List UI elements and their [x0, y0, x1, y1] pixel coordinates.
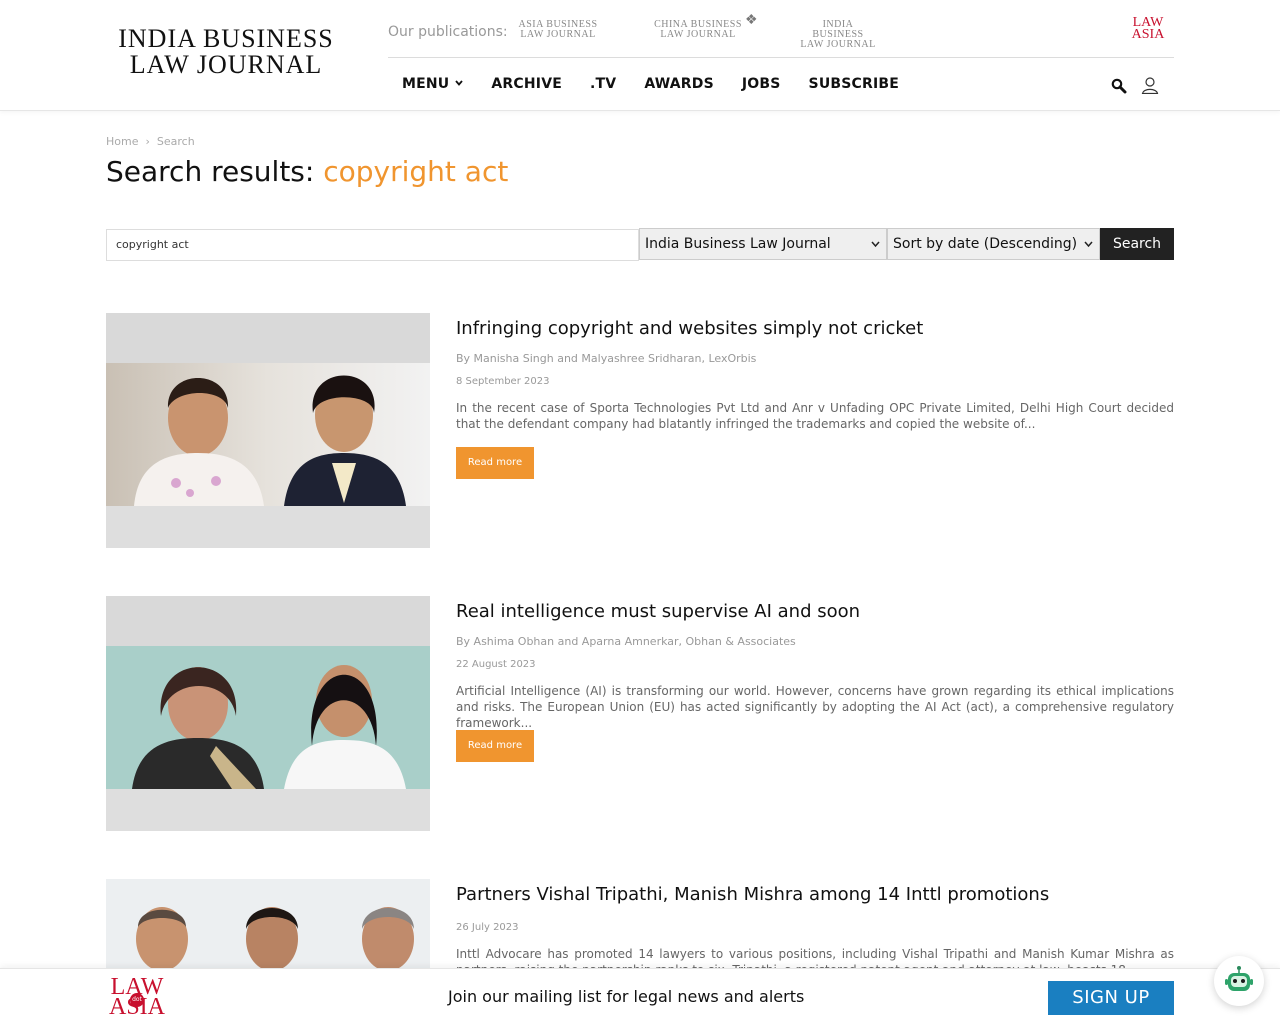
title-query: copyright act — [323, 155, 509, 188]
publication-link-india[interactable]: INDIA BUSINESS LAW JOURNAL — [796, 20, 880, 50]
result-author: By Manisha Singh and Malyashree Sridhara… — [456, 352, 757, 365]
publication-line2: LAW JOURNAL — [660, 29, 736, 40]
search-result: Partners Vishal Tripathi, Manish Mishra … — [106, 879, 1174, 979]
main-nav: MENU ARCHIVE .TV AWARDS JOBS SUBSCRIBE — [402, 76, 927, 92]
lawasia-logo[interactable]: LAW ASIA — [1130, 16, 1166, 42]
nav-awards[interactable]: AWARDS — [644, 76, 714, 92]
result-date: 22 August 2023 — [456, 659, 536, 670]
read-more-button[interactable]: Read more — [456, 447, 534, 479]
nav-menu[interactable]: MENU — [402, 76, 464, 92]
breadcrumb-home[interactable]: Home — [106, 135, 138, 148]
result-date: 8 September 2023 — [456, 376, 550, 387]
publication-link-asia[interactable]: ASIA BUSINESS LAW JOURNAL — [518, 20, 598, 40]
search-result: Real intelligence must supervise AI and … — [106, 596, 1174, 831]
lawasia-dot: dot — [130, 993, 144, 1007]
nav-menu-label: MENU — [402, 76, 450, 92]
sort-select[interactable]: Sort by date (Descending) — [887, 228, 1100, 260]
search-result: Infringing copyright and websites simply… — [106, 313, 1174, 548]
sort-select-value: Sort by date (Descending) — [893, 236, 1078, 252]
result-title[interactable]: Infringing copyright and websites simply… — [456, 318, 923, 339]
chevron-down-icon — [455, 79, 464, 89]
china-emblem-icon: ❖ — [744, 13, 758, 28]
search-icon[interactable] — [1111, 78, 1127, 94]
publications-label: Our publications: — [388, 24, 508, 40]
breadcrumb-current: Search — [156, 135, 195, 148]
lawasia-line2: ASIA — [1131, 27, 1165, 42]
title-prefix: Search results: — [106, 155, 315, 188]
signup-button[interactable]: SIGN UP — [1048, 981, 1174, 1015]
read-more-button[interactable]: Read more — [456, 730, 534, 762]
chatbot-button[interactable] — [1214, 956, 1264, 1006]
site-logo[interactable]: INDIA BUSINESS LAW JOURNAL — [108, 26, 344, 78]
logo-line1: INDIA BUSINESS — [118, 24, 334, 53]
result-excerpt: Artificial Intelligence (AI) is transfor… — [456, 684, 1174, 730]
result-author: By Ashima Obhan and Aparna Amnerkar, Obh… — [456, 635, 796, 648]
site-header: INDIA BUSINESS LAW JOURNAL Our publicati… — [0, 0, 1280, 111]
publication-line2: LAW JOURNAL — [800, 39, 876, 50]
mailing-list-message: Join our mailing list for legal news and… — [448, 987, 805, 1006]
lawasia-footer-logo[interactable]: LAW ASIA dot — [106, 975, 168, 1019]
publication-select-value: India Business Law Journal — [645, 236, 831, 252]
result-title[interactable]: Real intelligence must supervise AI and … — [456, 601, 860, 622]
breadcrumb: Home › Search — [106, 135, 195, 148]
result-thumbnail[interactable] — [106, 879, 430, 969]
nav-archive[interactable]: ARCHIVE — [491, 76, 562, 92]
result-thumbnail[interactable] — [106, 313, 430, 548]
nav-subscribe[interactable]: SUBSCRIBE — [809, 76, 900, 92]
search-button[interactable]: Search — [1100, 228, 1174, 260]
user-icon[interactable] — [1141, 76, 1159, 95]
result-thumbnail[interactable] — [106, 596, 430, 831]
publication-line1: INDIA BUSINESS — [812, 19, 864, 40]
chevron-down-icon — [871, 229, 880, 259]
publication-line2: LAW JOURNAL — [520, 29, 596, 40]
result-excerpt: In the recent case of Sporta Technologie… — [456, 401, 1174, 431]
nav-tv[interactable]: .TV — [590, 76, 616, 92]
logo-line2: LAW JOURNAL — [129, 50, 323, 79]
robot-icon — [1225, 966, 1253, 991]
publication-link-china[interactable]: CHINA BUSINESS LAW JOURNAL ❖ — [638, 14, 758, 40]
page-title: Search results: copyright act — [106, 155, 508, 188]
chevron-down-icon — [1084, 229, 1093, 259]
result-date: 26 July 2023 — [456, 922, 519, 933]
nav-jobs[interactable]: JOBS — [742, 76, 781, 92]
mailing-list-bar: LAW ASIA dot Join our mailing list for l… — [0, 968, 1280, 1024]
header-divider — [388, 57, 1174, 58]
search-input[interactable]: copyright act — [106, 229, 639, 261]
result-title[interactable]: Partners Vishal Tripathi, Manish Mishra … — [456, 884, 1049, 905]
publication-select[interactable]: India Business Law Journal — [639, 228, 887, 260]
breadcrumb-separator: › — [145, 135, 150, 148]
